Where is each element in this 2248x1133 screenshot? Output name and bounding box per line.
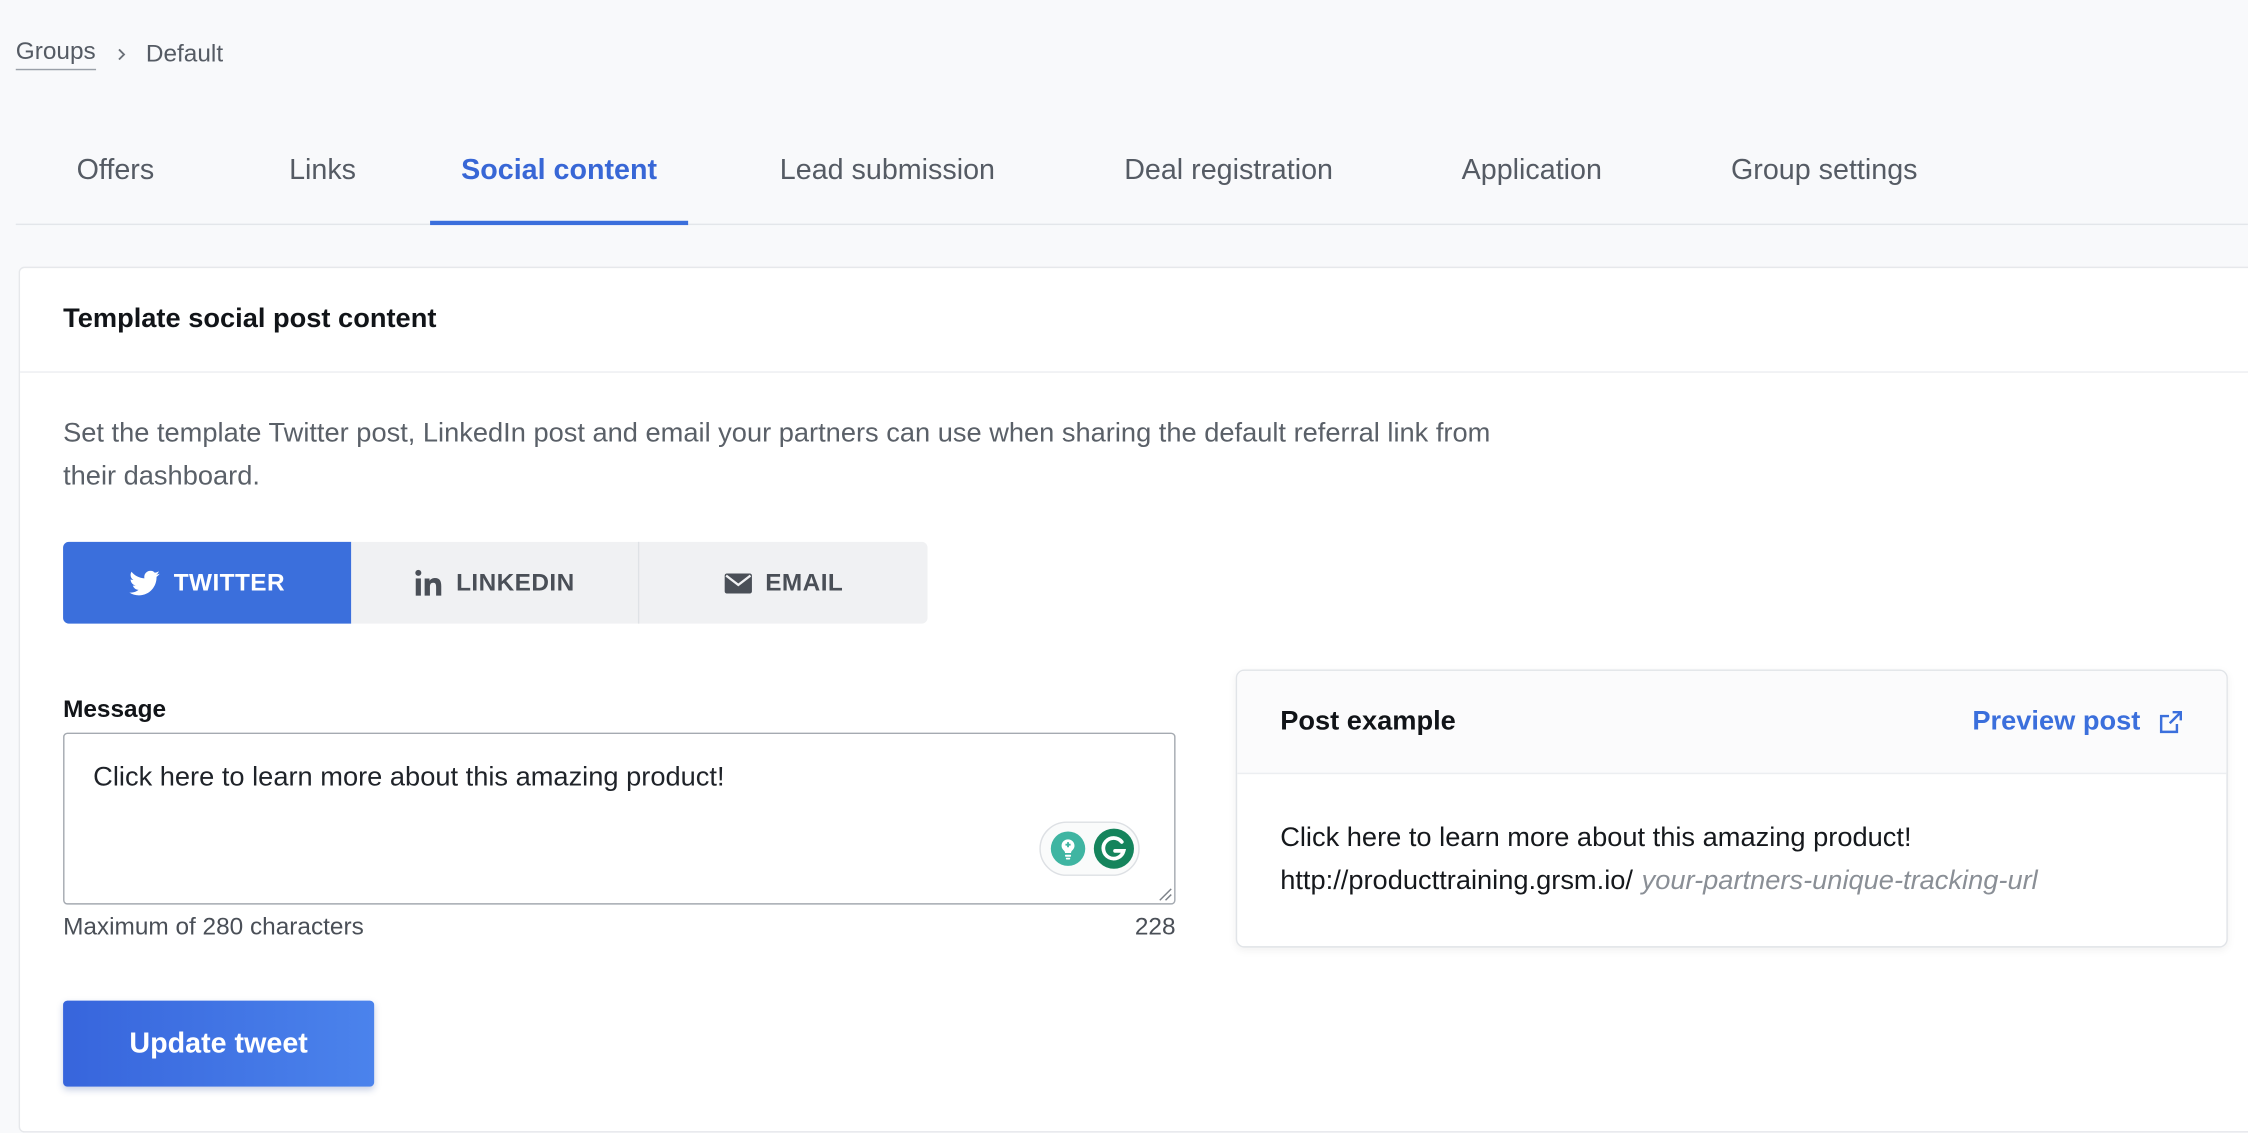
tab-lead-submission[interactable]: Lead submission — [688, 118, 1087, 224]
post-example-url: http://producttraining.grsm.io/your-part… — [1280, 860, 2183, 903]
character-count: 228 — [1134, 913, 1176, 941]
channel-tab-email-label: EMAIL — [765, 568, 844, 596]
post-example-title: Post example — [1280, 706, 1456, 737]
update-tweet-button[interactable]: Update tweet — [63, 1000, 375, 1087]
grammarly-icon[interactable] — [1092, 827, 1135, 870]
preview-post-link[interactable]: Preview post — [1972, 706, 2183, 738]
tab-social-content[interactable]: Social content — [430, 118, 689, 226]
lightbulb-icon[interactable] — [1049, 830, 1086, 867]
tab-offers[interactable]: Offers — [16, 118, 215, 224]
grammarly-widget[interactable] — [1039, 821, 1140, 876]
tab-group-settings[interactable]: Group settings — [1693, 118, 1955, 224]
preview-post-label: Preview post — [1972, 706, 2141, 737]
breadcrumb-link-groups[interactable]: Groups — [15, 37, 96, 71]
post-example-panel: Post example Preview post Click here to … — [1235, 669, 2228, 948]
tab-links[interactable]: Links — [215, 118, 430, 224]
resize-handle-icon[interactable] — [1158, 887, 1172, 901]
breadcrumb-current: Default — [145, 39, 224, 67]
post-example-body: Click here to learn more about this amaz… — [1237, 774, 2226, 903]
channel-tab-twitter-label: TWITTER — [173, 568, 286, 596]
external-link-icon — [2159, 710, 2183, 733]
message-label: Message — [63, 695, 167, 723]
post-example-url-base: http://producttraining.grsm.io/ — [1280, 865, 1633, 896]
channel-tab-linkedin[interactable]: LINKEDIN — [351, 541, 640, 624]
post-example-text: Click here to learn more about this amaz… — [1280, 822, 1912, 853]
channel-switcher: TWITTER LINKEDIN EMAIL — [63, 541, 928, 624]
channel-tab-email[interactable]: EMAIL — [639, 541, 928, 624]
tab-bar: Offers Links Social content Lead submiss… — [15, 118, 2248, 226]
breadcrumb: Groups Default — [15, 37, 224, 71]
card-title: Template social post content — [20, 268, 2248, 373]
social-content-card: Template social post content Set the tem… — [18, 266, 2248, 1133]
linkedin-icon — [415, 569, 442, 595]
card-description: Set the template Twitter post, LinkedIn … — [63, 418, 1491, 492]
page: Groups Default Offers Links Social conte… — [0, 0, 2248, 1133]
tab-application[interactable]: Application — [1371, 118, 1694, 224]
twitter-icon — [129, 569, 161, 595]
message-hint-row: Maximum of 280 characters 228 — [63, 913, 1175, 942]
channel-tab-linkedin-label: LINKEDIN — [456, 568, 575, 596]
envelope-icon — [724, 572, 752, 593]
tab-deal-registration[interactable]: Deal registration — [1087, 118, 1371, 224]
message-text[interactable]: Click here to learn more about this amaz… — [93, 763, 724, 795]
post-example-url-placeholder: your-partners-unique-tracking-url — [1641, 865, 2038, 896]
post-example-header: Post example Preview post — [1237, 670, 2227, 775]
channel-tab-twitter[interactable]: TWITTER — [63, 541, 352, 624]
max-characters-hint: Maximum of 280 characters — [63, 913, 364, 941]
message-textarea[interactable]: Click here to learn more about this amaz… — [63, 732, 1176, 905]
chevron-right-icon — [117, 48, 125, 60]
